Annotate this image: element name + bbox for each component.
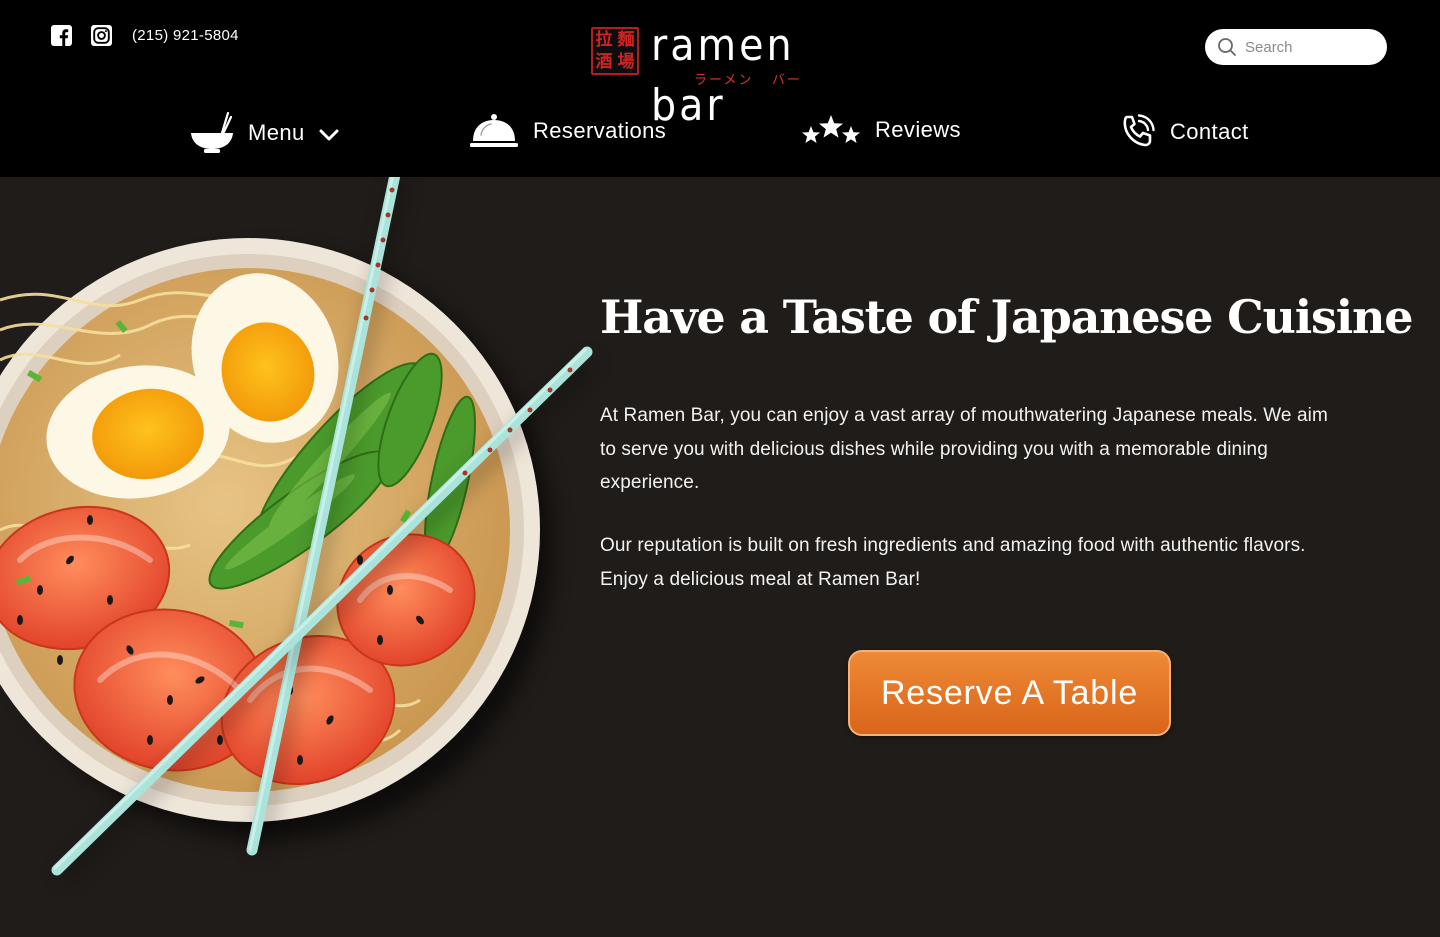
search-input[interactable] [1245, 38, 1375, 56]
nav-label: Contact [1170, 119, 1249, 144]
main-nav: Menu Reservations Reviews Contact [0, 105, 1440, 165]
hero-paragraph-2: Our reputation is built on fresh ingredi… [600, 535, 1306, 590]
stars-icon [802, 115, 860, 143]
reserve-table-button[interactable]: Reserve A Table [848, 650, 1171, 736]
seal-char: 酒 [595, 51, 613, 72]
logo-kana: ラーメン バー [694, 73, 802, 88]
search-box [1205, 29, 1387, 65]
logo-seal: 拉 麵 酒 場 [591, 27, 639, 75]
phone-number[interactable]: (215) 921-5804 [132, 27, 239, 44]
hero-title: Have a Taste of Japanese Cuisine [600, 290, 1413, 344]
seal-char: 麵 [617, 29, 635, 50]
ramen-bowl-image [0, 177, 598, 884]
ramen-bowl-icon [191, 111, 233, 153]
site-logo[interactable]: 拉 麵 酒 場 ramen bar ラーメン バー [591, 16, 861, 131]
nav-item-reviews[interactable]: Reviews [801, 114, 961, 146]
seal-char: 拉 [595, 29, 613, 50]
search-icon [1218, 38, 1236, 56]
facebook-icon[interactable] [50, 24, 72, 46]
chevron-down-icon[interactable] [319, 128, 339, 142]
site-header: (215) 921-5804 拉 麵 酒 場 ramen bar ラーメン バー… [0, 0, 1440, 177]
nav-label: Reviews [875, 117, 961, 142]
nav-label: Reservations [533, 118, 667, 143]
social-links: (215) 921-5804 [50, 24, 239, 46]
nav-label: Menu [248, 120, 305, 145]
nav-item-menu[interactable]: Menu [190, 111, 339, 155]
hero-paragraph-1: At Ramen Bar, you can enjoy a vast array… [600, 405, 1328, 493]
cloche-icon [470, 114, 518, 147]
nav-item-contact[interactable]: Contact [1120, 114, 1249, 150]
seal-char: 場 [617, 51, 635, 72]
instagram-icon[interactable] [90, 24, 112, 46]
phone-icon [1123, 114, 1155, 147]
nav-item-reservations[interactable]: Reservations [469, 113, 666, 149]
